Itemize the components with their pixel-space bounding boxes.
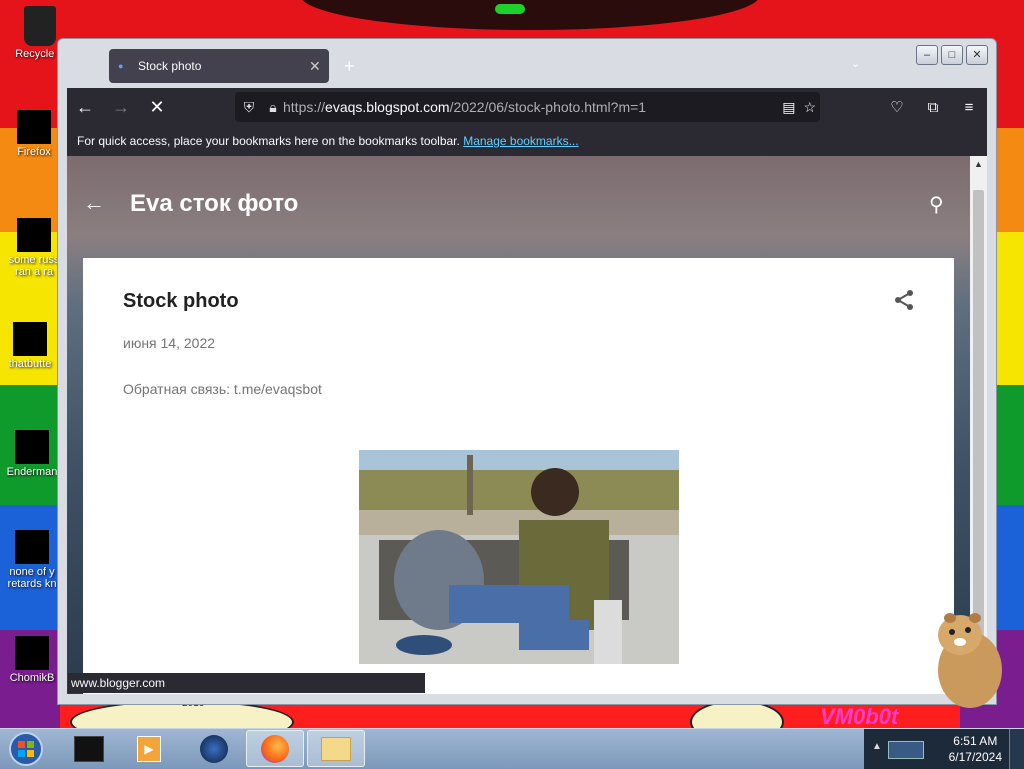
search-icon[interactable]: ⚲ xyxy=(929,192,944,217)
clock[interactable]: 6:51 AM 6/17/2024 xyxy=(949,733,1002,765)
file-icon xyxy=(17,218,51,252)
new-tab-button[interactable]: + xyxy=(344,56,355,77)
maximize-button[interactable]: □ xyxy=(941,45,963,65)
app-icon xyxy=(15,430,49,464)
bookmarks-hint: For quick access, place your bookmarks h… xyxy=(77,134,460,148)
taskbar-firefox[interactable] xyxy=(246,730,304,767)
desktop-icon-label: Enderman xyxy=(6,466,58,478)
browser-window: – □ ✕ ● Stock photo ✕ + ⌄ ← → ✕ ⛨ 🔒︎ htt… xyxy=(57,38,997,705)
status-bar: www.blogger.com xyxy=(68,673,425,693)
reader-view-icon[interactable]: ▤ xyxy=(782,99,795,116)
taskbar-terminal[interactable] xyxy=(60,730,118,767)
scroll-thumb[interactable] xyxy=(973,190,984,660)
minimize-button[interactable]: – xyxy=(916,45,938,65)
bookmark-star-icon[interactable]: ☆ xyxy=(803,99,816,116)
tab-stock-photo[interactable]: ● Stock photo ✕ xyxy=(109,49,329,83)
tray-arrow-icon[interactable]: ▲ xyxy=(872,741,882,752)
wallpaper-text: VM0b0t xyxy=(820,704,899,729)
blog-header: ← Eva сток фото ⚲ xyxy=(67,156,970,256)
clock-date: 6/17/2024 xyxy=(948,750,1002,764)
lock-icon[interactable]: 🔒︎ xyxy=(263,99,283,116)
system-tray: ▲ 6:51 AM 6/17/2024 xyxy=(864,729,1024,769)
tab-title: Stock photo xyxy=(138,59,202,73)
manage-bookmarks-link[interactable]: Manage bookmarks... xyxy=(463,134,578,148)
shield-icon[interactable]: ⛨ xyxy=(235,99,263,116)
folder-icon xyxy=(321,736,351,761)
hamster-icon xyxy=(15,636,49,670)
globe-icon xyxy=(200,734,228,763)
clock-time: 6:51 AM xyxy=(953,734,998,748)
start-button[interactable] xyxy=(6,731,46,767)
pocket-icon[interactable]: ♡ xyxy=(879,98,915,116)
network-icon[interactable] xyxy=(888,741,924,759)
url-host: evaqs.blogspot.com xyxy=(325,99,450,115)
show-desktop-button[interactable] xyxy=(1009,729,1024,769)
window-controls: – □ ✕ xyxy=(916,45,988,65)
taskbar-explorer[interactable] xyxy=(307,730,365,767)
menu-icon[interactable]: ≡ xyxy=(951,99,987,116)
navigation-toolbar: ← → ✕ ⛨ 🔒︎ https://evaqs.blogspot.com/20… xyxy=(67,88,987,126)
desktop-icon-label: ChomikB xyxy=(9,672,55,684)
loading-favicon-icon: ● xyxy=(118,61,124,71)
url-scheme: https:// xyxy=(283,99,326,115)
forward-button[interactable]: → xyxy=(103,97,139,118)
post-title: Stock photo xyxy=(123,290,239,312)
firefox-icon xyxy=(17,110,51,144)
media-player-icon: ▶ xyxy=(137,735,161,762)
desktop-icon-label: Firefox xyxy=(17,146,51,158)
recycle-bin-icon xyxy=(24,6,56,46)
desktop-icon-label: thatbutte xyxy=(8,358,52,370)
terminal-icon xyxy=(74,735,104,762)
taskbar-media-player[interactable]: ▶ xyxy=(120,730,178,767)
post-body: Обратная связь: t.me/evaqsbot xyxy=(123,381,322,397)
blog-title[interactable]: Eva сток фото xyxy=(130,190,298,218)
hamster-mascot-icon xyxy=(938,613,1002,708)
list-tabs-button[interactable]: ⌄ xyxy=(851,57,860,70)
close-button[interactable]: ✕ xyxy=(966,45,988,65)
post-photo[interactable] xyxy=(359,450,679,664)
bookmarks-toolbar: For quick access, place your bookmarks h… xyxy=(67,126,987,156)
back-button[interactable]: ← xyxy=(67,97,103,118)
desktop-icon-label: none of y retards kn xyxy=(7,566,57,590)
post-date: июня 14, 2022 xyxy=(123,335,216,351)
extensions-icon[interactable]: ⧉ xyxy=(915,99,951,116)
firefox-icon xyxy=(261,734,289,763)
opera-icon xyxy=(15,530,49,564)
share-icon[interactable] xyxy=(892,288,916,312)
url-path: /2022/06/stock-photo.html?m=1 xyxy=(449,99,647,115)
taskbar-globe[interactable] xyxy=(185,730,243,767)
wallpaper-shape xyxy=(300,0,760,30)
tab-close-icon[interactable]: ✕ xyxy=(309,58,329,75)
scroll-up-arrow-icon[interactable]: ▲ xyxy=(970,156,987,173)
page-viewport: ← Eva сток фото ⚲ Stock photo июня 14, 2… xyxy=(67,156,987,694)
taskbar: ▶ ▲ 6:51 AM 6/17/2024 xyxy=(0,728,1024,769)
desktop-icon-label: some russ ran a ra xyxy=(8,254,60,278)
back-arrow-icon[interactable]: ← xyxy=(83,190,105,216)
url-bar[interactable]: ⛨ 🔒︎ https://evaqs.blogspot.com/2022/06/… xyxy=(235,92,820,122)
post-card: Stock photo июня 14, 2022 Обратная связь… xyxy=(83,258,954,694)
stop-button[interactable]: ✕ xyxy=(139,97,175,118)
folder-icon xyxy=(13,322,47,356)
